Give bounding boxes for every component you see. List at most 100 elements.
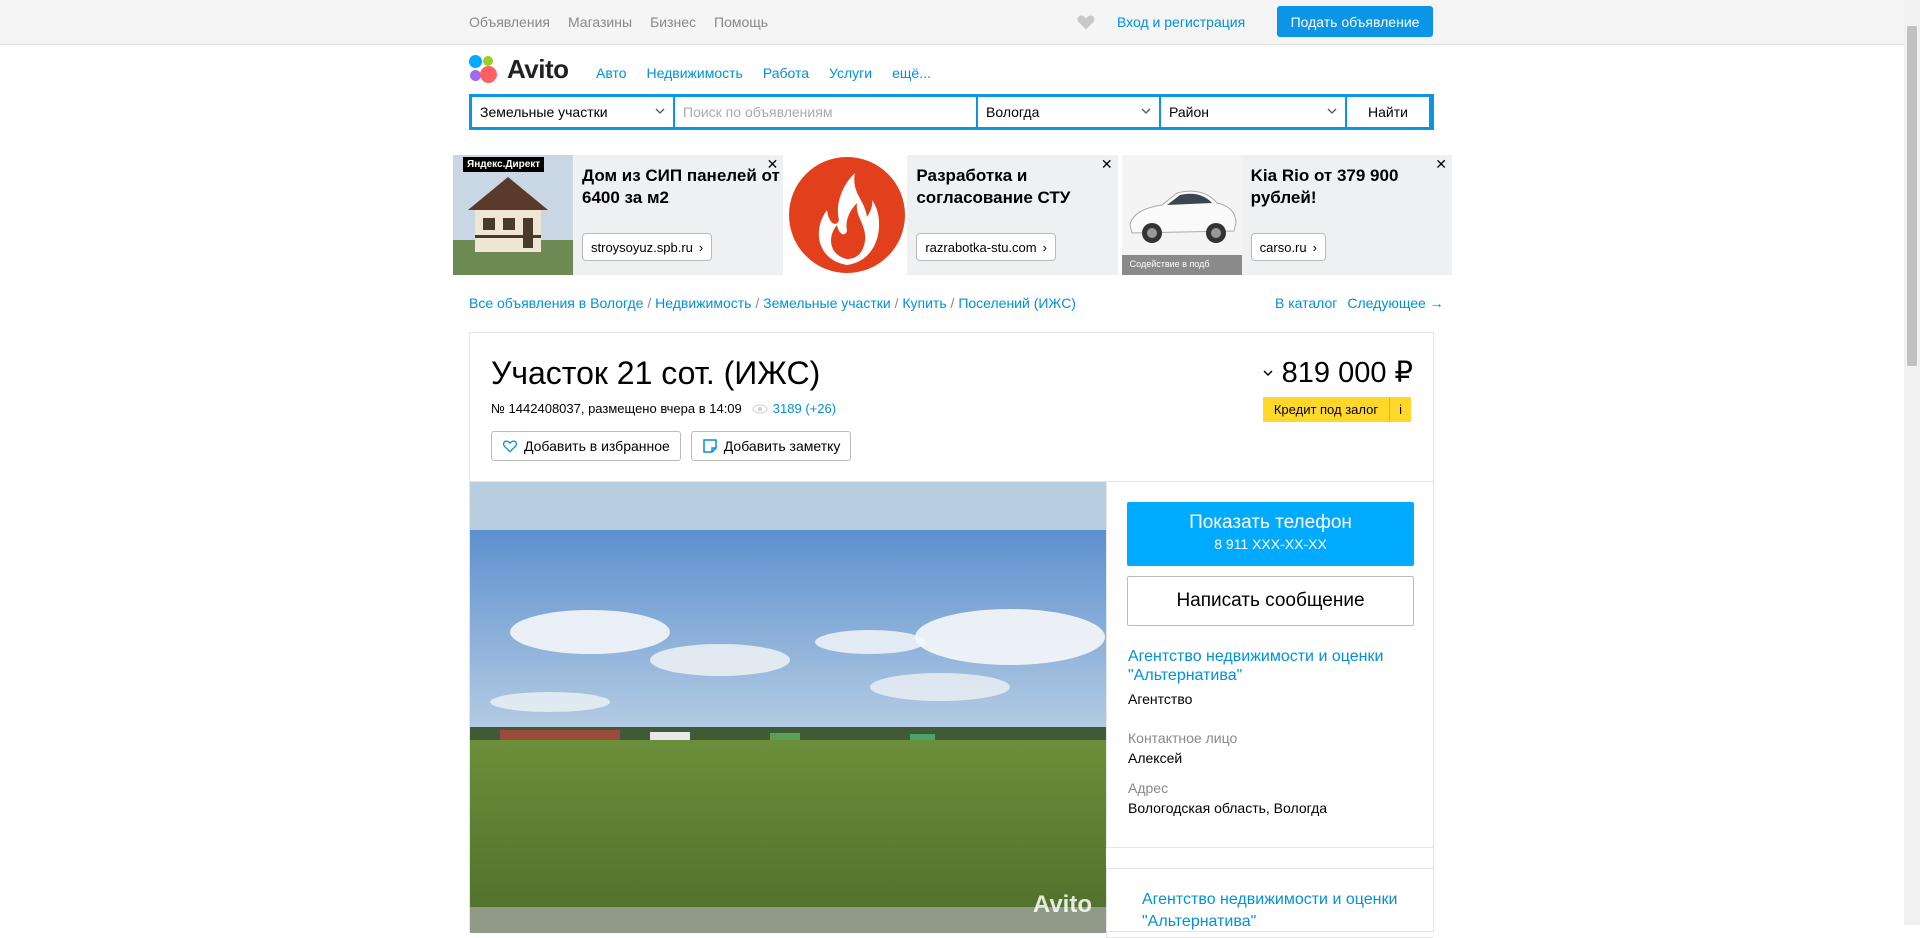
top-nav-help[interactable]: Помощь (714, 14, 768, 30)
top-nav-business[interactable]: Бизнес (650, 14, 696, 30)
credit-label: Кредит под залог (1262, 397, 1390, 422)
category-select-value: Земельные участки (480, 104, 608, 120)
ad-url: carso.ru (1259, 239, 1307, 255)
eye-icon (752, 404, 768, 413)
ad-title[interactable]: Дом из СИП панелей от 6400 за м2 (582, 165, 782, 209)
show-phone-button[interactable]: Показать телефон 8 911 XXX-XX-XX (1127, 502, 1414, 566)
phone-masked: 8 911 XXX-XX-XX (1214, 536, 1327, 552)
logo-text: Avito (507, 54, 569, 84)
next-listing-link[interactable]: Следующее → (1347, 295, 1443, 311)
search-input[interactable]: Поиск по объявлениям (675, 97, 976, 127)
favorites-heart-icon[interactable] (1076, 12, 1096, 32)
show-phone-label: Показать телефон (1189, 512, 1352, 533)
category-nav: Авто Недвижимость Работа Услуги ещё... (596, 65, 931, 81)
category-realty[interactable]: Недвижимость (647, 65, 743, 81)
contact-person-name: Алексей (1128, 750, 1183, 766)
ad-image-caption: Содействие в подб (1129, 259, 1210, 269)
add-note-button[interactable]: Добавить заметку (690, 431, 852, 461)
heart-icon (502, 440, 518, 453)
listing-photo[interactable]: Avito (470, 482, 1106, 933)
chevron-down-icon (655, 108, 665, 114)
close-icon[interactable]: ✕ (767, 156, 779, 173)
listing-meta: № 1442408037, размещено вчера в 14:09 31… (491, 401, 836, 416)
category-select[interactable]: Земельные участки (472, 97, 673, 127)
listing-number-date: № 1442408037, размещено вчера в 14:09 (491, 401, 742, 416)
login-link[interactable]: Вход и регистрация (1117, 14, 1245, 30)
ad-sip-house[interactable]: Яндекс.Директ Дом из СИП панелей от 6400… (453, 155, 784, 275)
close-icon[interactable]: ✕ (1435, 156, 1447, 173)
category-services[interactable]: Услуги (829, 65, 872, 81)
ad-stu[interactable]: Разработка и согласование СТУ razrabotka… (787, 155, 1118, 275)
ad-url: razrabotka-stu.com (925, 239, 1037, 255)
seller-card: Агентство недвижимости и оценки "Альтерн… (1106, 868, 1433, 938)
ad-title[interactable]: Kia Rio от 379 900 рублей! (1251, 165, 1451, 209)
price: 819 000 ₽ (1262, 355, 1413, 390)
ad-kia-rio[interactable]: Содействие в подб Kia Rio от 379 900 руб… (1121, 155, 1452, 275)
post-ad-button[interactable]: Подать объявление (1277, 6, 1433, 37)
ad-car-image: Содействие в подб (1121, 155, 1242, 275)
seller-card-name-link[interactable]: Агентство недвижимости и оценки "Альтерн… (1142, 889, 1422, 933)
top-nav: Объявления Магазины Бизнес Помощь (469, 14, 768, 30)
views-counter: 3189 (+26) (752, 401, 836, 416)
ad-url-button[interactable]: razrabotka-stu.com › (916, 233, 1056, 261)
chevron-right-icon: › (1312, 239, 1317, 255)
breadcrumb-buy[interactable]: Купить (902, 295, 946, 311)
breadcrumb-actions: В каталог Следующее → (1275, 295, 1444, 311)
city-select[interactable]: Вологда (978, 97, 1159, 127)
avito-logo[interactable]: Avito (469, 54, 569, 85)
ad-url-button[interactable]: stroysoyuz.spb.ru › (582, 233, 713, 261)
category-more[interactable]: ещё... (892, 65, 931, 81)
price-value: 819 000 ₽ (1281, 357, 1413, 389)
page-title: Участок 21 сот. (ИЖС) (491, 355, 821, 391)
breadcrumb: Все объявления в Вологде / Недвижимость … (469, 295, 1076, 311)
yandex-direct-badge: Яндекс.Директ (463, 157, 545, 172)
note-icon (703, 439, 717, 453)
search-bar: Земельные участки Поиск по объявлениям В… (469, 94, 1434, 130)
ad-title[interactable]: Разработка и согласование СТУ (916, 165, 1116, 209)
seller-type: Агентство (1128, 691, 1193, 707)
ad-url-button[interactable]: carso.ru › (1250, 233, 1326, 261)
search-submit-button[interactable]: Найти (1347, 97, 1429, 127)
ad-house-image (453, 155, 573, 275)
ad-flame-image (787, 155, 908, 275)
chevron-right-icon: › (1042, 239, 1047, 255)
views-count: 3189 (+26) (772, 401, 837, 416)
chevron-down-icon[interactable] (1262, 367, 1274, 379)
breadcrumb-all[interactable]: Все объявления в Вологде (469, 295, 643, 311)
info-icon[interactable]: i (1389, 397, 1411, 422)
breadcrumb-land[interactable]: Земельные участки (763, 295, 891, 311)
address-label: Адрес (1128, 780, 1169, 796)
category-jobs[interactable]: Работа (763, 65, 809, 81)
page-scrollbar[interactable] (1904, 0, 1920, 925)
seller-name-link[interactable]: Агентство недвижимости и оценки "Альтерн… (1128, 647, 1418, 685)
catalog-link[interactable]: В каталог (1275, 295, 1337, 311)
logo-dots-icon (469, 54, 503, 85)
listing-actions: Добавить в избранное Добавить заметку (491, 431, 852, 461)
ad-banner-row: Яндекс.Директ Дом из СИП панелей от 6400… (453, 155, 1452, 275)
district-select[interactable]: Район (1161, 97, 1345, 127)
add-favorite-label: Добавить в избранное (524, 438, 670, 454)
chevron-down-icon (1327, 108, 1337, 114)
credit-badge[interactable]: Кредит под залог i (1262, 397, 1411, 422)
add-favorite-button[interactable]: Добавить в избранное (491, 431, 681, 461)
avito-watermark: Avito (1032, 891, 1092, 918)
scrollbar-thumb[interactable] (1907, 26, 1917, 366)
add-note-label: Добавить заметку (723, 438, 841, 454)
address-value: Вологодская область, Вологда (1128, 800, 1328, 816)
contact-panel: Показать телефон 8 911 XXX-XX-XX Написат… (1106, 482, 1433, 848)
contact-person-label: Контактное лицо (1128, 730, 1238, 746)
breadcrumb-realty[interactable]: Недвижимость (655, 295, 751, 311)
city-select-value: Вологда (986, 104, 1040, 120)
write-message-button[interactable]: Написать сообщение (1127, 576, 1414, 626)
breadcrumb-izhs[interactable]: Поселений (ИЖС) (958, 295, 1076, 311)
chevron-right-icon: › (698, 239, 704, 255)
close-icon[interactable]: ✕ (1101, 156, 1113, 173)
top-bar: Объявления Магазины Бизнес Помощь Вход и… (0, 0, 1904, 45)
top-nav-shops[interactable]: Магазины (568, 14, 632, 30)
ad-url: stroysoyuz.spb.ru (591, 239, 693, 255)
top-nav-ads[interactable]: Объявления (469, 14, 550, 30)
district-select-value: Район (1169, 104, 1209, 120)
chevron-down-icon (1141, 108, 1151, 114)
listing-card: Участок 21 сот. (ИЖС) № 1442408037, разм… (469, 332, 1434, 938)
category-auto[interactable]: Авто (596, 65, 627, 81)
